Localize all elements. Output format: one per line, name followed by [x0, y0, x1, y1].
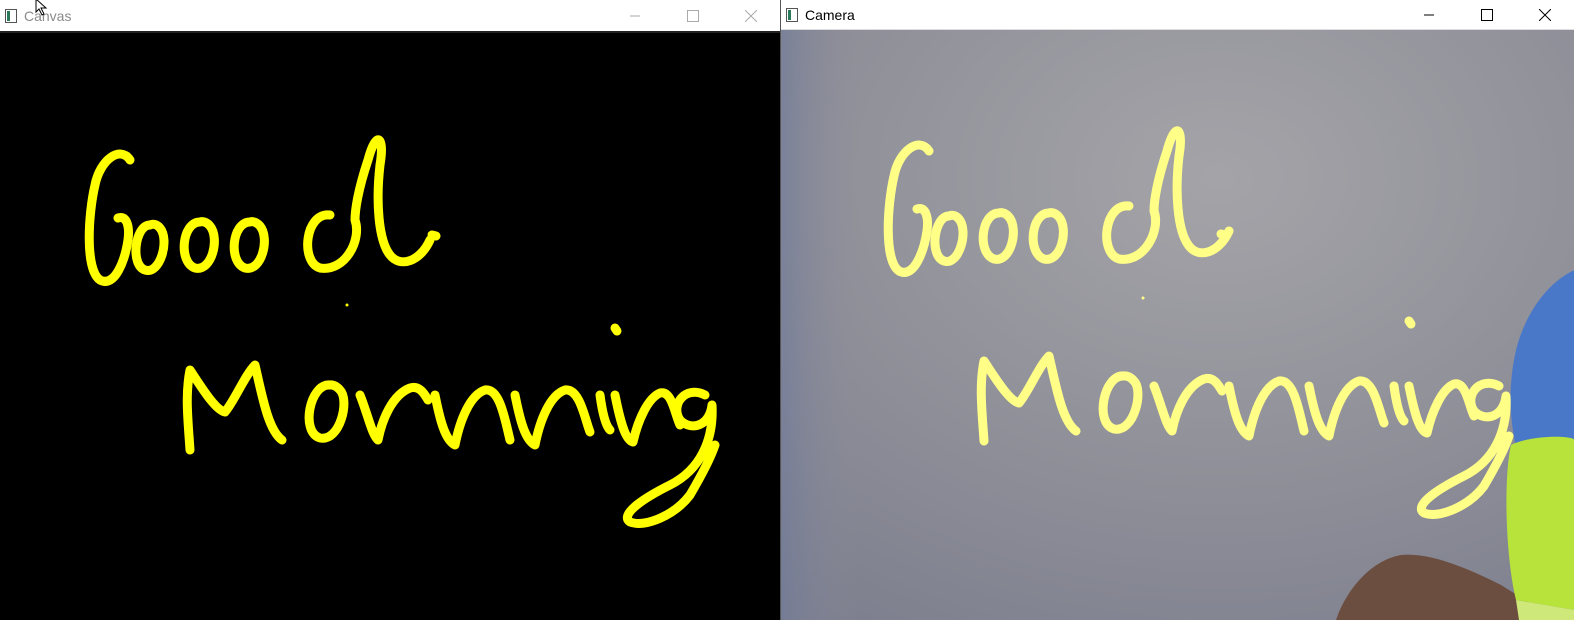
- camera-scene: [781, 30, 1574, 620]
- maximize-icon: [687, 9, 699, 22]
- canvas-window: Canvas: [0, 0, 780, 620]
- maximize-icon: [1481, 8, 1493, 21]
- drawing-canvas[interactable]: [0, 33, 780, 620]
- canvas-titlebar[interactable]: Canvas: [0, 0, 780, 33]
- opencv-window-icon: [785, 7, 799, 22]
- minimize-button[interactable]: [606, 0, 664, 31]
- close-icon: [1539, 8, 1551, 21]
- mouse-pointer-icon: [35, 0, 48, 16]
- marker: [1506, 436, 1574, 610]
- camera-feed: [781, 30, 1574, 620]
- maximize-button[interactable]: [664, 0, 722, 31]
- maximize-button[interactable]: [1458, 0, 1516, 29]
- opencv-window-icon: [4, 8, 18, 23]
- camera-window: Camera: [780, 0, 1574, 620]
- minimize-button[interactable]: [1400, 0, 1458, 29]
- minimize-icon: [1424, 14, 1434, 15]
- close-icon: [745, 9, 757, 22]
- minimize-icon: [630, 15, 640, 16]
- camera-titlebar[interactable]: Camera: [781, 0, 1574, 30]
- close-button[interactable]: [1516, 0, 1574, 29]
- handwriting-strokes: [84, 135, 720, 528]
- close-button[interactable]: [722, 0, 780, 31]
- window-title: Camera: [805, 6, 855, 23]
